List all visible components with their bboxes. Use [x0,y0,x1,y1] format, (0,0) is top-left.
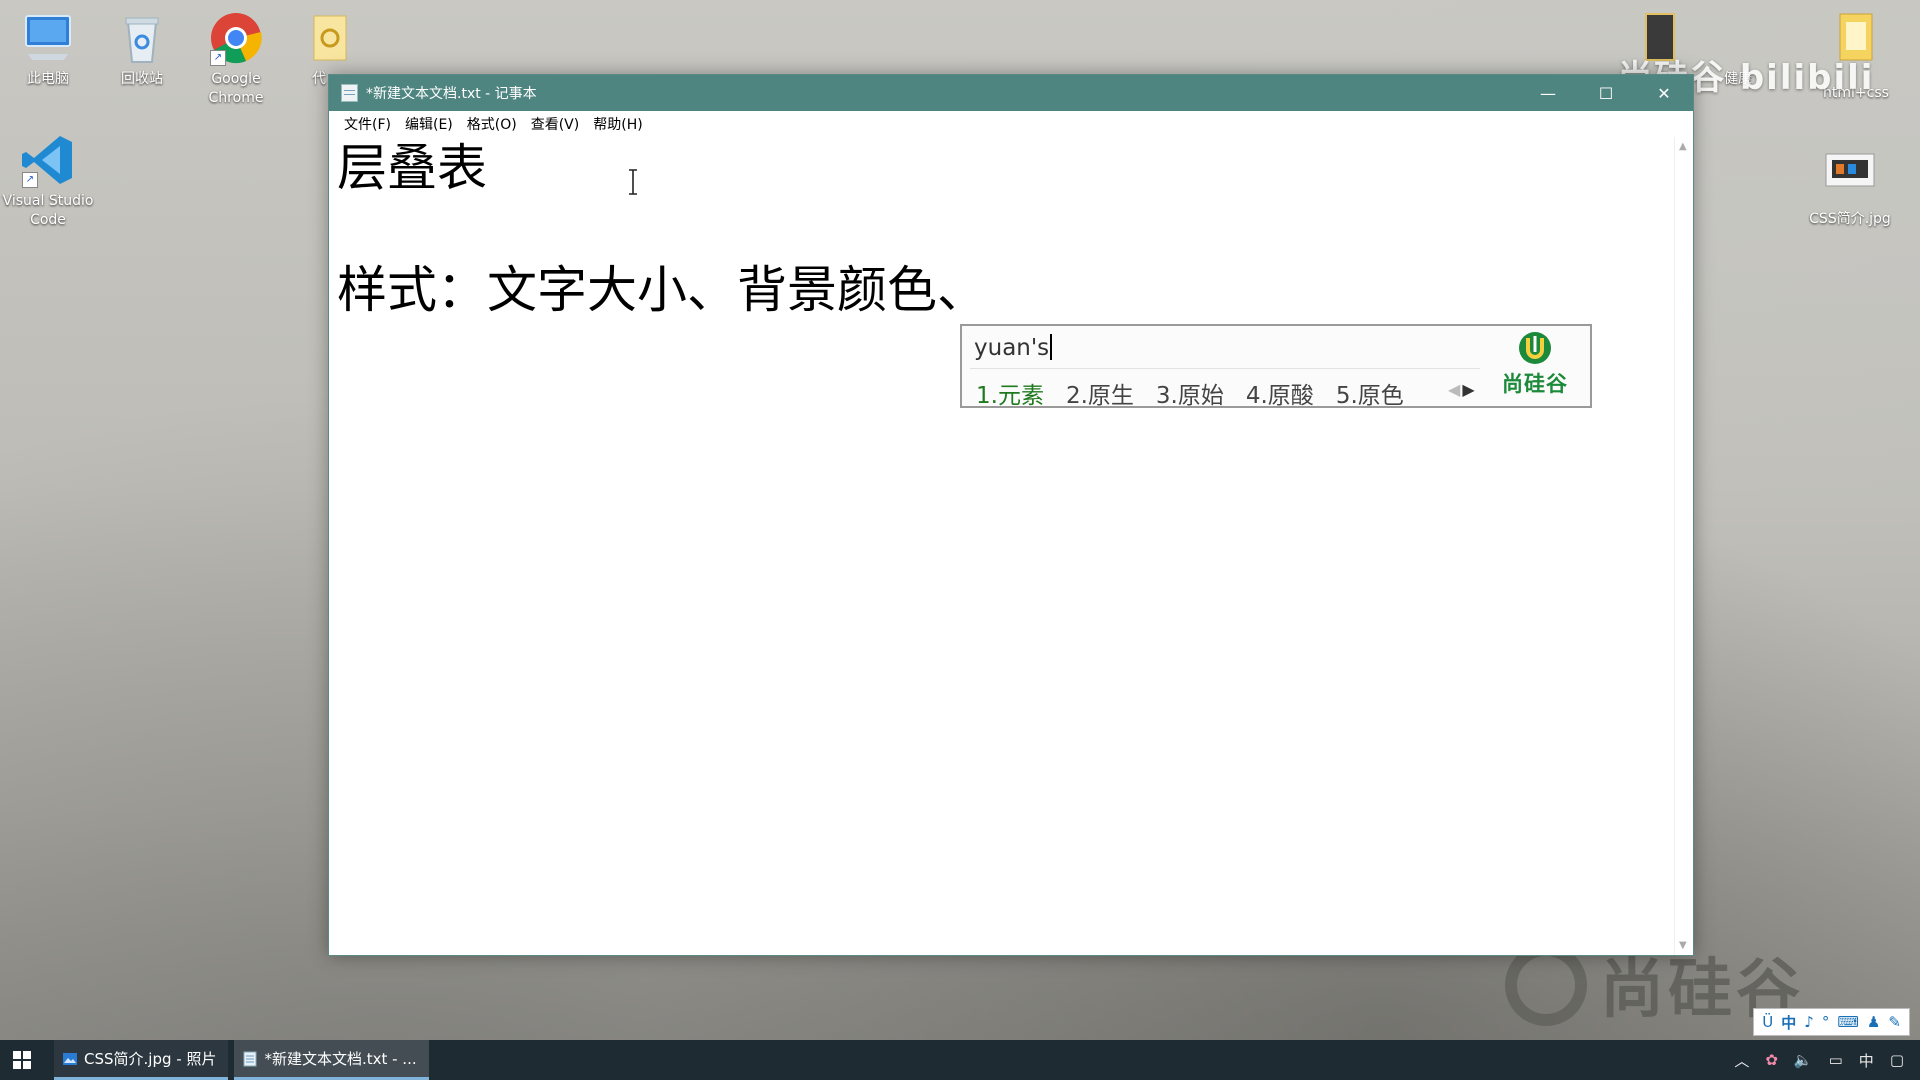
menu-view[interactable]: 查看(V) [524,114,587,134]
text-line: 样式：文字大小、背景颜色、 [337,261,987,319]
ime-composition-text: yuan's [974,335,1050,361]
ime-candidate-window: yuan's 1.元素 2.原生 3.原始 4.原酸 5.原色 ◀▶ 尚硅谷 [960,324,1592,410]
taskbar-item-notepad[interactable]: *新建文本文档.txt - ... [234,1040,429,1080]
ime-next-page-icon[interactable]: ▶ [1462,380,1476,399]
taskbar-item-photos[interactable]: CSS简介.jpg - 照片 [54,1040,229,1080]
battery-icon[interactable]: ▭ [1829,1051,1843,1069]
chrome-icon: ↗ [208,10,264,66]
shortcut-arrow-icon: ↗ [22,172,38,188]
ime-keyboard-icon[interactable]: ⌨ [1837,1013,1859,1031]
menu-file[interactable]: 文件(F) [337,114,398,134]
ime-user-icon[interactable]: ♟ [1867,1013,1880,1031]
ime-settings-icon[interactable]: ✎ [1888,1013,1901,1031]
ime-brand-logo: 尚硅谷 [1490,330,1580,398]
text-editor-area[interactable]: 层叠表 样式：文字大小、背景颜色、 [329,137,1675,955]
input-method-indicator[interactable]: 中 [1859,1050,1874,1071]
folder-icon [302,10,358,66]
taskbar-item-label: CSS简介.jpg - 照片 [84,1050,217,1068]
maximize-button[interactable]: ☐ [1577,75,1635,111]
ime-caret [1050,334,1053,360]
menu-bar: 文件(F) 编辑(E) 格式(O) 查看(V) 帮助(H) [329,111,1693,137]
ime-prev-page-icon[interactable]: ◀ [1448,380,1462,399]
ime-brand-text: 尚硅谷 [1502,372,1568,396]
desktop-icon-vscode[interactable]: ↗ Visual Studio Code [2,132,94,230]
desktop-icon-label: Google Chrome [208,71,264,106]
ime-candidate[interactable]: 1.元素 [976,376,1044,410]
ime-punctuation-icon[interactable]: ♪ [1804,1013,1814,1031]
scroll-up-icon[interactable]: ▲ [1679,141,1687,152]
notepad-window: *新建文本文档.txt - 记事本 — ☐ ✕ 文件(F) 编辑(E) 格式(O… [328,74,1694,956]
ime-candidate-list: 1.元素 2.原生 3.原始 4.原酸 5.原色 [976,376,1426,410]
desktop-icon-css-jpg[interactable]: CSS简介.jpg [1804,150,1896,229]
ime-status-bar: Ü 中 ♪ ° ⌨ ♟ ✎ [1753,1008,1910,1036]
ime-composition: yuan's [974,334,1053,361]
recycle-bin-icon [114,10,170,66]
desktop-icon-label: 回收站 [121,71,163,87]
text-line [337,199,1667,259]
volume-icon[interactable]: 🔈 [1794,1051,1813,1069]
ime-candidate[interactable]: 5.原色 [1336,376,1404,410]
desktop-icon-chrome[interactable]: ↗ Google Chrome [190,10,282,108]
ime-fullwidth-icon[interactable]: ° [1822,1013,1830,1031]
text-line: 层叠表 [337,139,487,197]
start-button[interactable] [0,1040,44,1080]
window-title: *新建文本文档.txt - 记事本 [366,86,537,102]
ime-candidate[interactable]: 4.原酸 [1246,376,1314,410]
ime-candidate[interactable]: 3.原始 [1156,376,1224,410]
windows-logo-icon [13,1051,31,1069]
text-cursor-icon [629,169,637,195]
notepad-icon [243,1051,257,1066]
menu-edit[interactable]: 编辑(E) [398,114,460,134]
ime-logo-icon [1519,332,1551,364]
desktop-icon-this-pc[interactable]: 此电脑 [2,10,94,89]
vertical-scrollbar[interactable]: ▲ ▼ [1674,137,1693,955]
ime-mode-toggle[interactable]: 中 [1781,1012,1796,1033]
notepad-titlebar[interactable]: *新建文本文档.txt - 记事本 — ☐ ✕ [329,75,1693,111]
ime-page-arrows: ◀▶ [1448,380,1477,399]
ime-logo-small-icon[interactable]: Ü [1762,1013,1773,1031]
computer-icon [20,10,76,66]
close-button[interactable]: ✕ [1635,75,1693,111]
desktop-icon-label: CSS简介.jpg [1809,211,1891,227]
ime-candidate[interactable]: 2.原生 [1066,376,1134,410]
minimize-button[interactable]: — [1519,75,1577,111]
menu-format[interactable]: 格式(O) [460,114,524,134]
desktop-icon-label: 此电脑 [27,71,69,87]
vscode-icon: ↗ [20,132,76,188]
tray-app-icon[interactable]: ✿ [1765,1051,1778,1069]
desktop-icon-recycle-bin[interactable]: 回收站 [96,10,188,89]
notification-center-icon[interactable]: ▢ [1890,1051,1904,1069]
taskbar: CSS简介.jpg - 照片 *新建文本文档.txt - ... ︿ ✿ 🔈 ▭… [0,1040,1920,1080]
photos-icon [63,1052,77,1065]
desktop-icon-label: Visual Studio Code [2,193,94,228]
scroll-down-icon[interactable]: ▼ [1679,940,1687,951]
shortcut-arrow-icon: ↗ [210,50,226,66]
system-tray: ︿ ✿ 🔈 ▭ 中 ▢ [1726,1050,1920,1071]
watermark-logo-icon [1505,944,1587,1026]
image-file-icon [1822,150,1878,206]
taskbar-item-label: *新建文本文档.txt - ... [264,1050,417,1068]
tray-overflow-icon[interactable]: ︿ [1734,1050,1749,1071]
ime-divider [970,368,1480,369]
menu-help[interactable]: 帮助(H) [586,114,649,134]
notepad-icon [341,84,358,102]
